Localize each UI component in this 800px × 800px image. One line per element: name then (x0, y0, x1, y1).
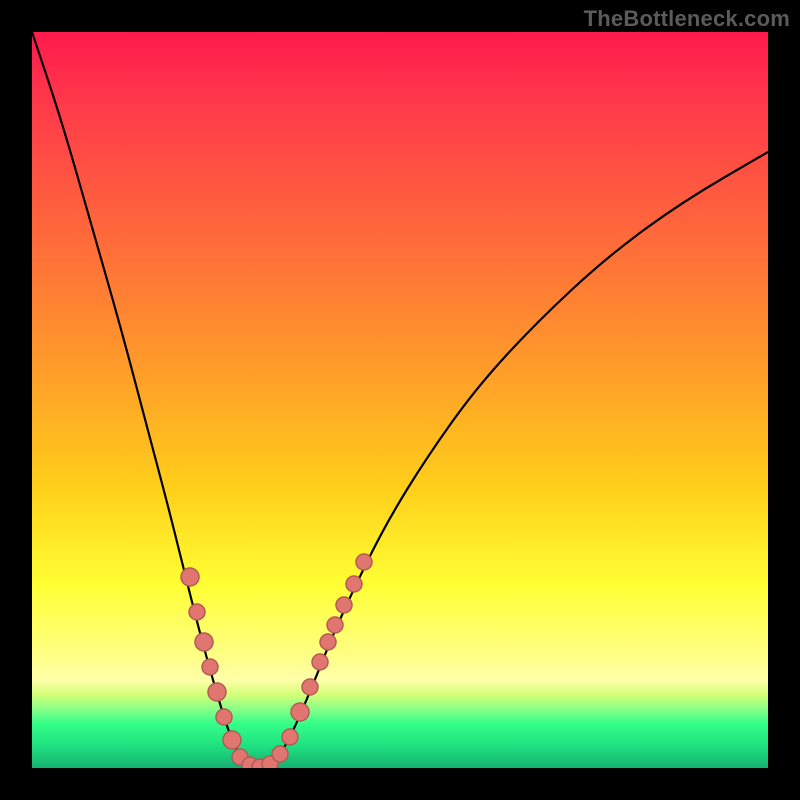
chart-frame: TheBottleneck.com (0, 0, 800, 800)
data-point (291, 703, 309, 721)
data-markers (181, 554, 372, 768)
data-point (181, 568, 199, 586)
data-point (202, 659, 218, 675)
data-point (302, 679, 318, 695)
data-point (216, 709, 232, 725)
watermark-text: TheBottleneck.com (584, 6, 790, 32)
data-point (336, 597, 352, 613)
data-point (195, 633, 213, 651)
data-point (272, 746, 288, 762)
data-point (208, 683, 226, 701)
data-point (346, 576, 362, 592)
bottleneck-curve (32, 32, 768, 767)
data-point (320, 634, 336, 650)
plot-area (32, 32, 768, 768)
data-point (189, 604, 205, 620)
data-point (223, 731, 241, 749)
data-point (356, 554, 372, 570)
data-point (327, 617, 343, 633)
data-point (282, 729, 298, 745)
chart-overlay (32, 32, 768, 768)
data-point (312, 654, 328, 670)
